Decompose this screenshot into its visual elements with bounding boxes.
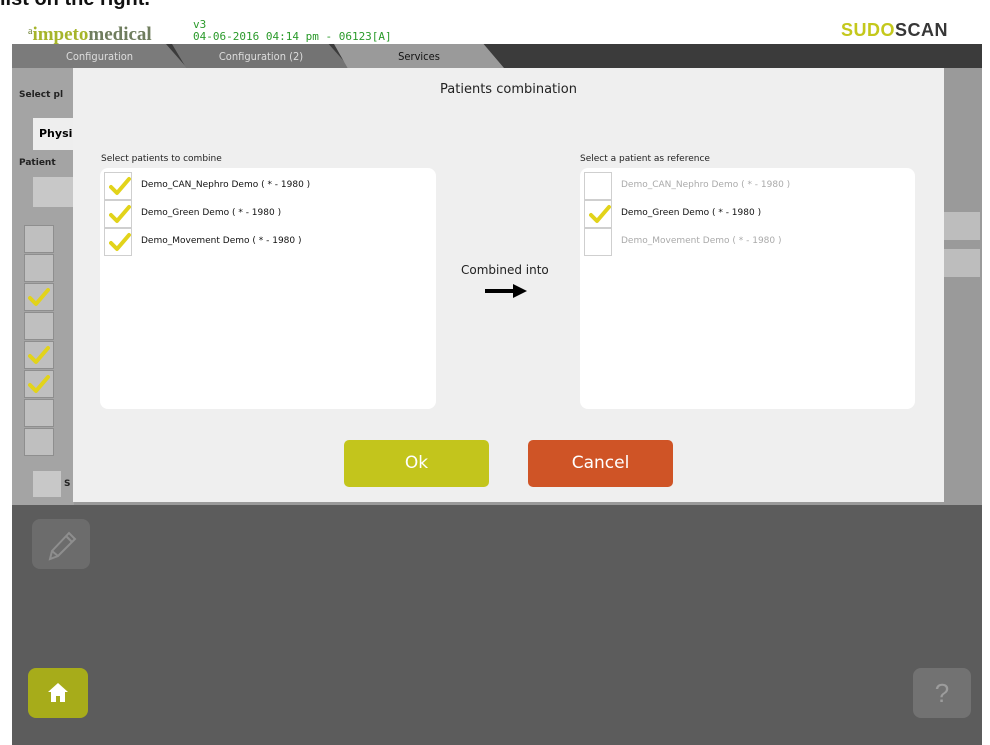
left-panel-title: Select patients to combine [101, 154, 222, 164]
list-item-label: Demo_Green Demo ( * - 1980 ) [141, 208, 282, 218]
home-icon [48, 683, 68, 702]
app-header: aimpetomedical v3 04-06-2016 04:14 pm - … [0, 0, 990, 46]
bg-checkbox[interactable] [24, 225, 54, 253]
edit-button[interactable] [32, 519, 90, 569]
dialog-title: Patients combination [440, 82, 577, 97]
list-item-label: Demo_CAN_Nephro Demo ( * - 1980 ) [621, 180, 791, 190]
check-icon [28, 346, 50, 364]
impeto-logo: aimpetomedical [28, 24, 152, 46]
version-info: v3 04-06-2016 04:14 pm - 06123[A] [193, 19, 392, 43]
tab-bar: Configuration Configuration (2) Services [12, 44, 982, 68]
check-icon [109, 233, 131, 251]
tab-configuration-2[interactable]: Configuration (2) [172, 44, 350, 68]
home-button[interactable] [28, 668, 88, 718]
brand-part2: SCAN [894, 20, 948, 40]
patient-label: Patient [19, 158, 56, 168]
checkbox[interactable] [104, 172, 132, 200]
list-item-label: Demo_Movement Demo ( * - 1980 ) [621, 236, 782, 246]
patients-combination-dialog: Patients combination Select patients to … [73, 68, 944, 502]
combined-into-label: Combined into [461, 263, 549, 277]
checkbox[interactable] [584, 228, 612, 256]
ok-button[interactable]: Ok [344, 440, 489, 487]
checkbox[interactable] [584, 200, 612, 228]
logo-part2: medical [88, 24, 152, 45]
list-item-label: Demo_CAN_Nephro Demo ( * - 1980 ) [141, 180, 311, 190]
bottom-area [12, 505, 982, 745]
checkbox[interactable] [104, 228, 132, 256]
arrow-right-icon [485, 284, 527, 298]
list-item-label: Demo_Movement Demo ( * - 1980 ) [141, 236, 302, 246]
list-item-label: Demo_Green Demo ( * - 1980 ) [621, 208, 762, 218]
tab-configuration[interactable]: Configuration [12, 44, 187, 68]
check-icon [28, 288, 50, 306]
brand-part1: SUDO [840, 20, 895, 40]
datetime-label: 04-06-2016 04:14 pm - 06123[A] [193, 30, 392, 43]
check-icon [28, 375, 50, 393]
bg-checkbox[interactable] [24, 399, 54, 427]
help-button[interactable]: ? [913, 668, 971, 718]
bg-checkbox[interactable] [24, 312, 54, 340]
logo-part1: impeto [32, 24, 89, 45]
right-panel-title: Select a patient as reference [580, 154, 710, 164]
check-icon [109, 177, 131, 195]
select-label: Select pl [19, 90, 64, 100]
check-icon [109, 205, 131, 223]
bg-checkbox[interactable] [24, 370, 54, 398]
checkbox[interactable] [104, 200, 132, 228]
pencil-icon [48, 531, 77, 561]
select-all-label: S [64, 479, 71, 489]
reference-patient-list: Demo_CAN_Nephro Demo ( * - 1980 ) Demo_G… [580, 168, 915, 409]
check-icon [589, 205, 611, 223]
checkbox[interactable] [584, 172, 612, 200]
select-all-checkbox[interactable] [33, 471, 61, 497]
cancel-button[interactable]: Cancel [528, 440, 673, 487]
tab-services[interactable]: Services [334, 44, 504, 68]
sudoscan-brand: SUDOSCAN [841, 20, 948, 41]
bg-checkbox[interactable] [24, 254, 54, 282]
bg-checkbox[interactable] [24, 283, 54, 311]
bg-checkbox[interactable] [24, 428, 54, 456]
patients-to-combine-list: Demo_CAN_Nephro Demo ( * - 1980 ) Demo_G… [100, 168, 436, 409]
bg-checkbox[interactable] [24, 341, 54, 369]
